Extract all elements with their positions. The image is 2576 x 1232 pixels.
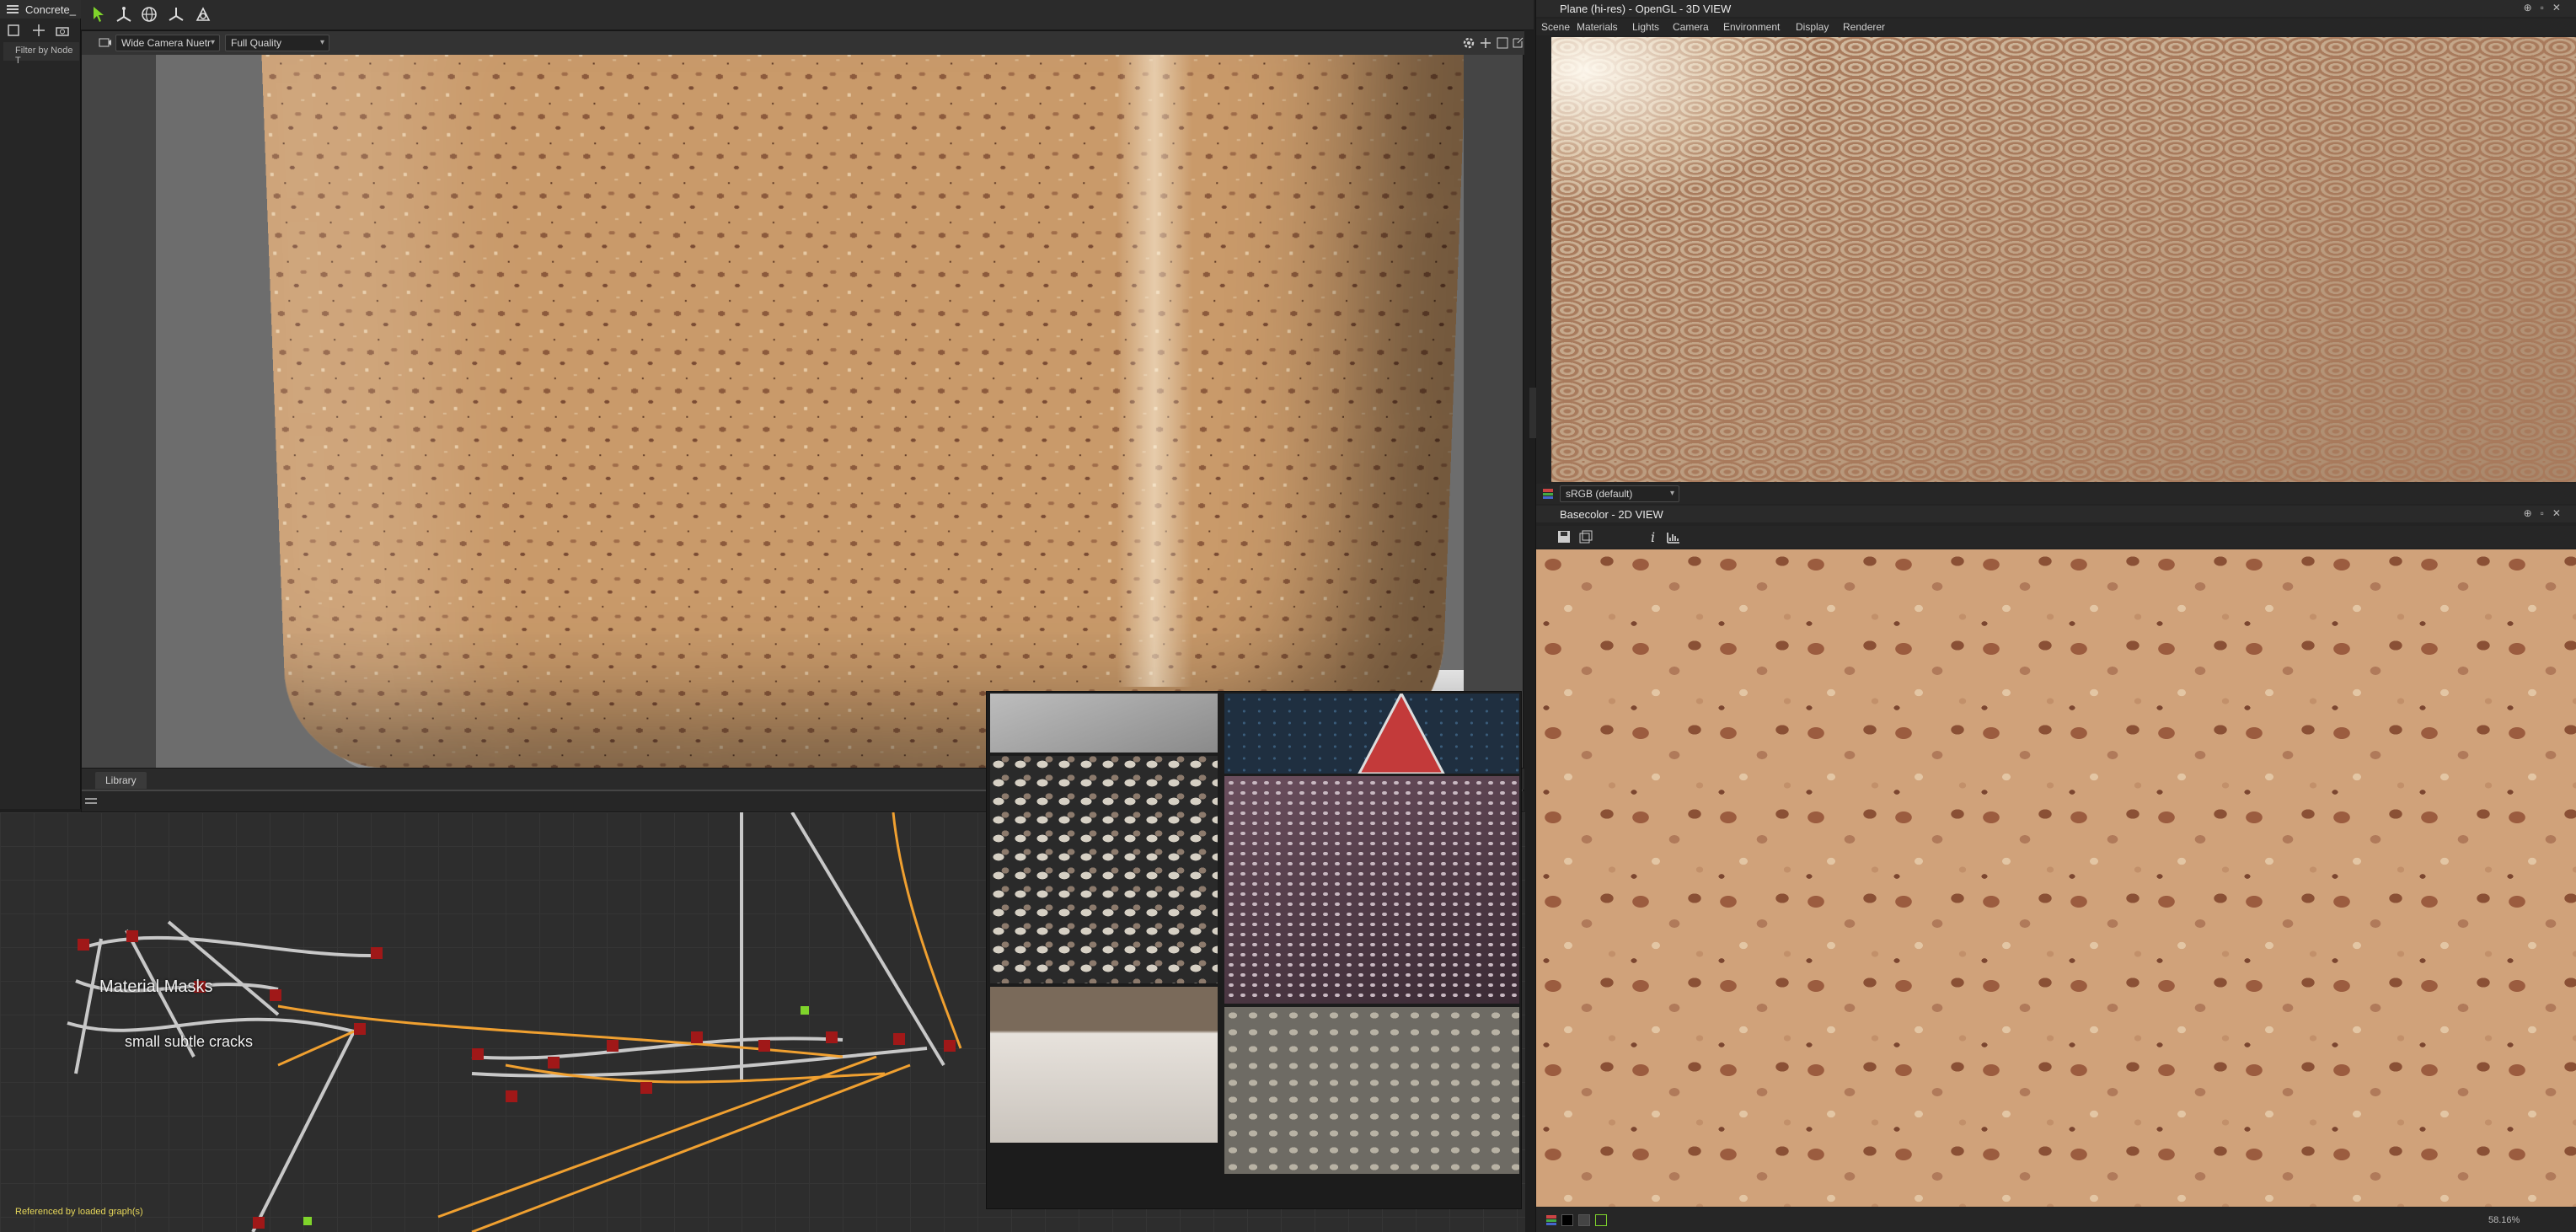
camera-icon[interactable]: [99, 36, 112, 48]
panel-2d-title-bar: Basecolor - 2D VIEW ⊕▫✕: [1536, 506, 2576, 522]
layers-icon[interactable]: [1545, 1213, 1558, 1227]
menu-item-lights[interactable]: Lights: [1632, 21, 1659, 33]
menu-item-renderer[interactable]: Renderer: [1843, 21, 1885, 33]
frame-note[interactable]: small subtle cracks: [125, 1033, 253, 1051]
panel-2d-title: Basecolor - 2D VIEW: [1560, 508, 1663, 521]
chevron-down-icon: ▾: [210, 38, 215, 47]
split-icon[interactable]: [1479, 36, 1492, 50]
frame-title[interactable]: Material Masks: [99, 978, 212, 997]
collapse-handle[interactable]: [1529, 388, 1536, 438]
menu-item-camera[interactable]: Camera: [1673, 21, 1709, 33]
copy-icon[interactable]: [1578, 529, 1593, 544]
explorer-title: Concrete_: [25, 3, 76, 16]
maximize-icon[interactable]: [1496, 36, 1509, 50]
menu-item-environment[interactable]: Environment: [1723, 21, 1780, 33]
ref-image-grey-stone: [990, 694, 1218, 753]
ref-image-purple-terrazzo: [1224, 776, 1519, 1004]
panel-3d-title: Plane (hi-res) - OpenGL - 3D VIEW: [1560, 3, 1732, 15]
main-toolbar: [0, 0, 1534, 30]
render-canvas[interactable]: [156, 55, 1464, 788]
gear-icon[interactable]: [1462, 36, 1475, 50]
select-arrow-icon[interactable]: [88, 3, 110, 25]
axis-icon[interactable]: [113, 3, 135, 25]
chevron-down-icon: ▾: [1669, 489, 1674, 498]
viewport-toolbar: Wide Camera Nuetr ▾ Full Quality ▾: [82, 31, 1524, 55]
save-icon[interactable]: [1556, 529, 1572, 544]
black-swatch[interactable]: [1561, 1214, 1573, 1226]
menu-item-materials[interactable]: Materials: [1577, 21, 1618, 33]
channel-toggle[interactable]: [1595, 1214, 1607, 1226]
frame-icon[interactable]: [7, 24, 20, 37]
histogram-icon[interactable]: [1666, 529, 1681, 544]
svg-text:i: i: [1651, 529, 1655, 544]
grey-swatch[interactable]: [1578, 1214, 1590, 1226]
camera-icon[interactable]: [56, 24, 69, 37]
layers-icon[interactable]: [1541, 487, 1555, 501]
panel-controls[interactable]: ⊕▫✕: [2524, 507, 2569, 519]
camera-select[interactable]: Wide Camera Nuetr ▾: [115, 35, 220, 51]
panel-2d-footer: 58.16%: [1536, 1208, 2576, 1232]
graph-status-text: Referenced by loaded graph(s): [15, 1207, 143, 1217]
info-icon[interactable]: i: [1647, 529, 1659, 544]
panel-3d-title-bar: Plane (hi-res) - OpenGL - 3D VIEW ⊕▫✕: [1536, 0, 2576, 17]
ref-image-blue-terrazzo: [1224, 694, 1519, 774]
quality-select[interactable]: Full Quality ▾: [225, 35, 329, 51]
panel-3d-footer: sRGB (default) ▾: [1536, 484, 2576, 504]
axis-icon[interactable]: [165, 3, 187, 25]
ref-image-polished-floor: [990, 987, 1218, 1143]
menu-item-display[interactable]: Display: [1796, 21, 1829, 33]
ref-image-grey-terrazzo: [1224, 1007, 1519, 1174]
menu-icon[interactable]: [7, 4, 19, 14]
menu-item-scene[interactable]: Scene: [1541, 21, 1570, 33]
panel-controls[interactable]: ⊕▫✕: [2524, 2, 2569, 13]
move-icon[interactable]: [32, 24, 46, 37]
external-icon[interactable]: [1511, 36, 1524, 50]
ref-image-dark-terrazzo: [990, 756, 1218, 983]
colorspace-select[interactable]: sRGB (default) ▾: [1560, 485, 1679, 502]
panel-3d-view: Plane (hi-res) - OpenGL - 3D VIEW ⊕▫✕ Sc…: [1529, 0, 2576, 506]
tab-library[interactable]: Library: [95, 772, 147, 789]
explorer-tools: [3, 22, 78, 39]
cube-model: [259, 55, 1464, 769]
panel-2d-view: Basecolor - 2D VIEW ⊕▫✕ i 58.16%: [1535, 506, 2576, 1232]
cube-highlight: [1117, 55, 1192, 687]
filter-field[interactable]: Filter by Node T: [3, 42, 79, 66]
panel-3d-menu: Scene Materials Lights Camera Environmen…: [1536, 19, 2576, 35]
2d-view-canvas[interactable]: [1536, 549, 2576, 1207]
explorer-header: Concrete_: [0, 0, 81, 19]
3d-view-canvas[interactable]: [1551, 37, 2576, 482]
zoom-level: 58.16%: [2488, 1215, 2520, 1225]
camera-icon[interactable]: [192, 3, 214, 25]
grip-icon[interactable]: [85, 796, 97, 806]
reference-images: [986, 691, 1522, 1209]
explorer-panel: Concrete_ Filter by Node T: [0, 0, 88, 809]
globe-icon[interactable]: [138, 3, 160, 25]
panel-2d-toolbar: i: [1536, 526, 2576, 548]
chevron-down-icon: ▾: [319, 38, 324, 47]
